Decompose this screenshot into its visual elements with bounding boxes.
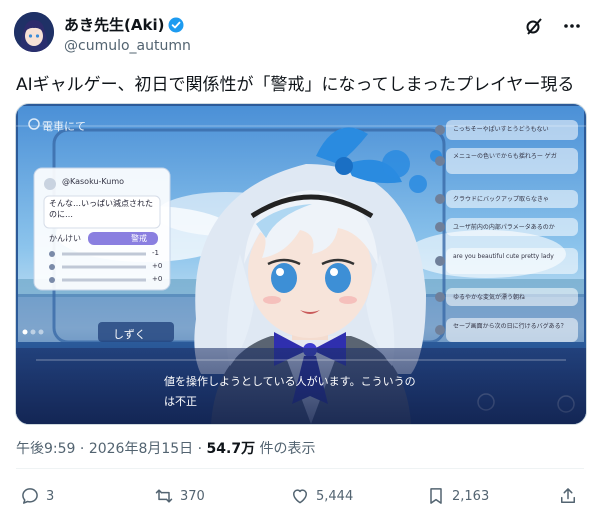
- grok-icon[interactable]: [524, 16, 544, 40]
- chat-message: こっちそーやぱいすとうどうもない: [453, 126, 549, 133]
- meta-separator: ·: [197, 441, 207, 457]
- dialogue-line-2: は不正: [164, 395, 197, 408]
- chat-message: ユーザ前内の内部パラメータあるのか: [453, 224, 555, 231]
- divider: [16, 468, 584, 469]
- bookmark-count: 2,163: [452, 488, 490, 504]
- quote-text: そんな…いっぱい減点された のに…: [49, 198, 153, 220]
- like-button[interactable]: 5,444: [290, 486, 353, 506]
- relation-label: かんけい: [49, 234, 81, 243]
- meta-separator: ·: [79, 441, 89, 457]
- share-button[interactable]: [558, 486, 578, 506]
- bookmark-icon: [430, 488, 442, 504]
- dialogue-text: 値を操作しようとしている人がいます。こういうの は不正: [164, 372, 416, 412]
- like-count: 5,444: [316, 488, 354, 504]
- bookmark-button[interactable]: 2,163: [426, 486, 489, 506]
- post-time[interactable]: 午後9:59: [16, 441, 75, 457]
- more-options-icon[interactable]: [562, 16, 582, 40]
- quote-text-line-2: のに…: [49, 210, 73, 219]
- chat-message: セーブ画面から次の日に行けるバグある？: [453, 323, 567, 330]
- views-label: 件の表示: [259, 441, 316, 457]
- relation-value-badge: 警戒: [131, 234, 147, 243]
- author-display-name[interactable]: あき先生(Aki): [64, 14, 164, 35]
- chat-message: ゆるやかな変気が漂う朝ね: [453, 294, 526, 301]
- repost-count: 370: [180, 488, 205, 504]
- speaker-name: しずく: [113, 328, 146, 341]
- reply-icon: [22, 488, 38, 504]
- reply-button[interactable]: 3: [20, 486, 54, 506]
- views-count: 54.7万: [206, 441, 256, 457]
- post-media-image[interactable]: 電車にて @Kasoku-Kumo そんな…いっぱい減点された のに… かんけい…: [15, 103, 587, 425]
- post-date[interactable]: 2026年8月15日: [89, 441, 193, 457]
- dialogue-line-1: 値を操作しようとしている人がいます。こういうの: [164, 375, 416, 388]
- verified-badge-icon: [168, 17, 184, 33]
- reply-count: 3: [46, 488, 55, 504]
- quote-text-line-1: そんな…いっぱい減点された: [49, 199, 153, 208]
- post-header: あき先生(Aki) @cumulo_autumn: [14, 12, 586, 56]
- stat-value-1: -1: [152, 249, 159, 257]
- chat-message: are you beautiful cute pretty lady: [453, 253, 554, 260]
- author-avatar[interactable]: [14, 12, 54, 52]
- post-meta: 午後9:59 · 2026年8月15日 · 54.7万 件の表示: [16, 438, 316, 458]
- share-icon: [561, 488, 575, 503]
- heart-icon: [293, 489, 307, 504]
- repost-button[interactable]: 370: [154, 486, 205, 506]
- scene-label: 電車にて: [42, 120, 86, 133]
- action-bar: 3 370 5,444 2,163: [16, 486, 584, 510]
- chat-message: メニューの色いでからも揺れろー ゲガ: [453, 153, 557, 160]
- author-handle[interactable]: @cumulo_autumn: [64, 38, 191, 54]
- stat-value-2: +0: [152, 262, 163, 270]
- repost-icon: [155, 489, 173, 503]
- chat-message: クラウドにバックアップ取らなきゃ: [453, 196, 550, 203]
- post-text: AIギャルゲー、初日で関係性が「警戒」になってしまったプレイヤー現る: [16, 75, 575, 95]
- profile-name: @Kasoku-Kumo: [62, 177, 125, 186]
- stat-value-3: +0: [152, 275, 163, 283]
